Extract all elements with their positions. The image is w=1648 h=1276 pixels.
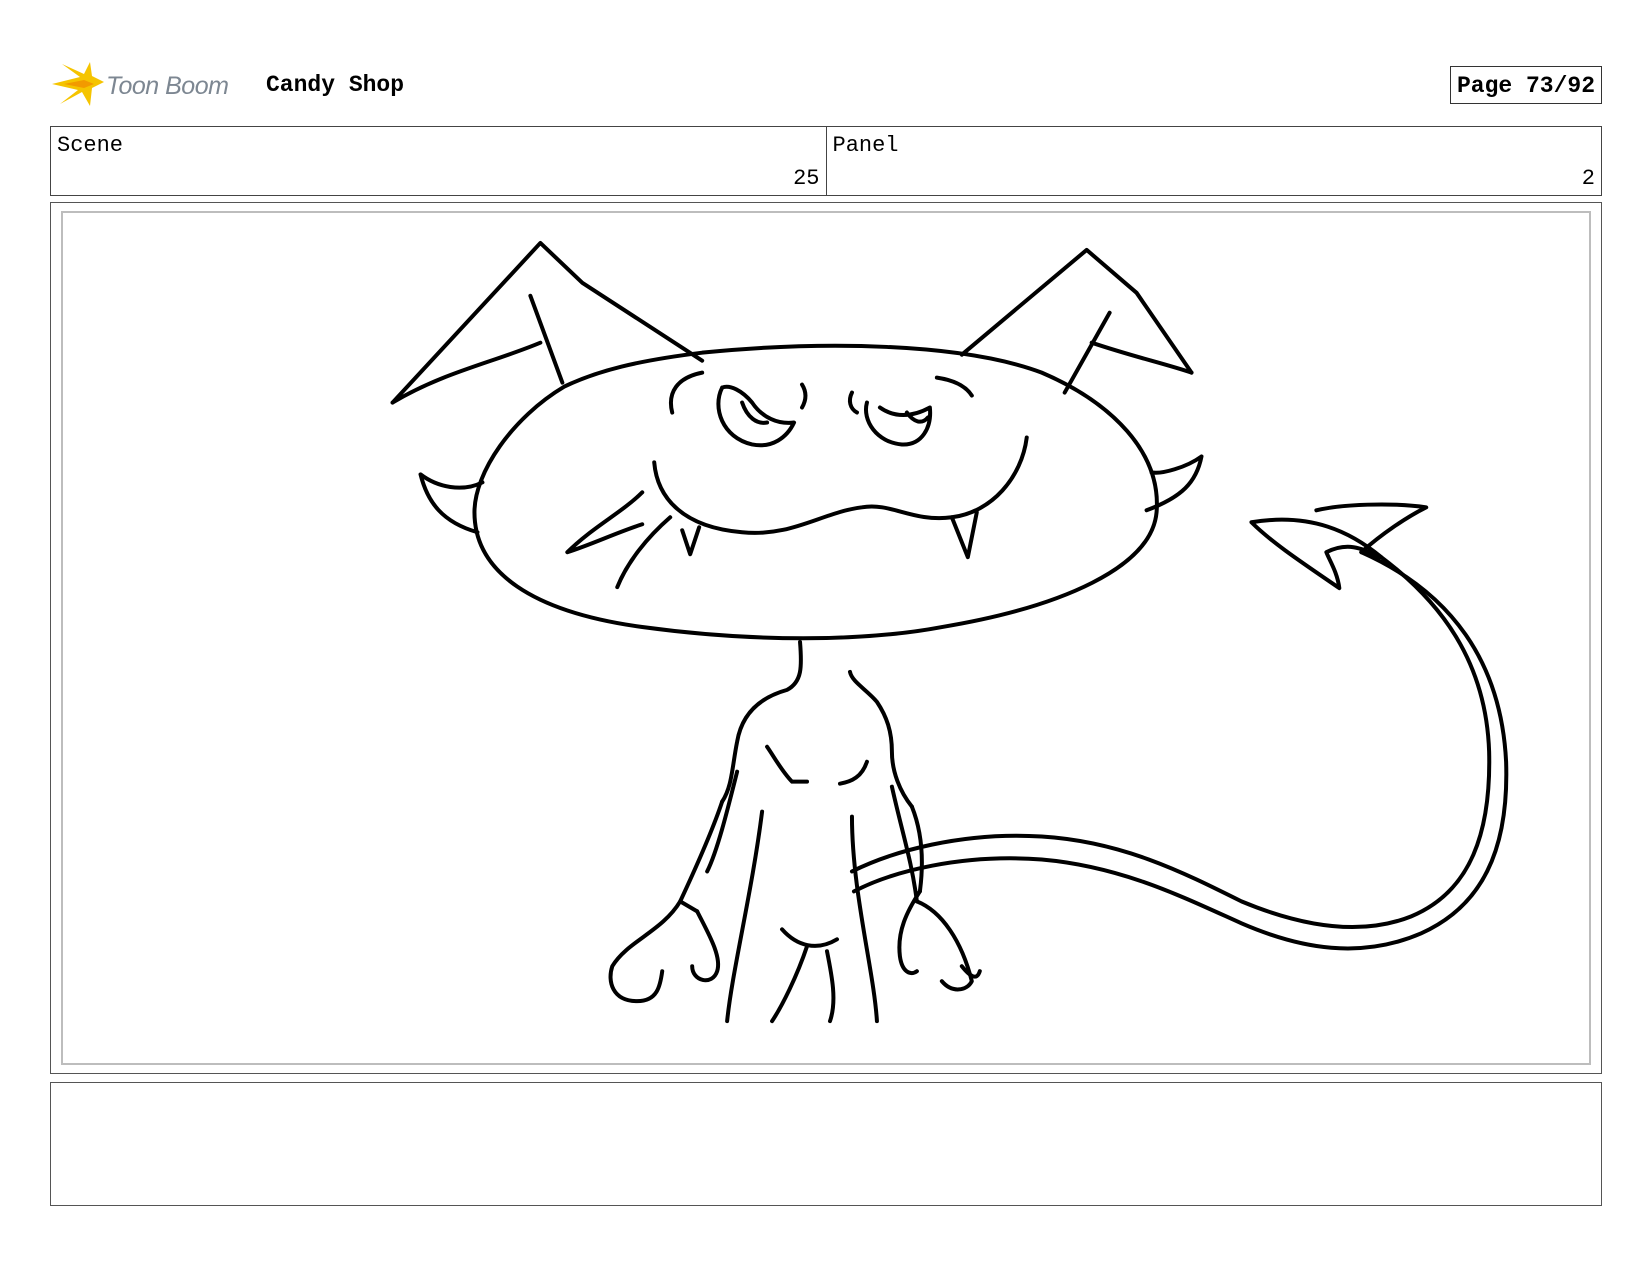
project-title: Candy Shop [266, 72, 405, 98]
toon-boom-burst-icon [52, 62, 104, 106]
panel-cell: Panel 2 [825, 127, 1602, 195]
devil-cat-sketch [390, 240, 1509, 1024]
scene-panel-info: Scene 25 Panel 2 [50, 126, 1602, 196]
logo-text: Toon Boom [106, 72, 229, 100]
panel-notes [50, 1082, 1602, 1206]
panel-number: 2 [1581, 166, 1595, 191]
panel-image-area [61, 211, 1591, 1065]
scene-number: 25 [793, 166, 820, 191]
panel-label: Panel [832, 133, 899, 158]
toon-boom-logo: Toon Boom [50, 60, 250, 108]
scene-cell: Scene 25 [51, 127, 826, 195]
page-header: Toon Boom Candy Shop Page 73/92 [50, 56, 1602, 110]
scene-label: Scene [57, 133, 124, 158]
storyboard-panel [50, 202, 1602, 1074]
page-number-badge: Page 73/92 [1449, 66, 1602, 104]
